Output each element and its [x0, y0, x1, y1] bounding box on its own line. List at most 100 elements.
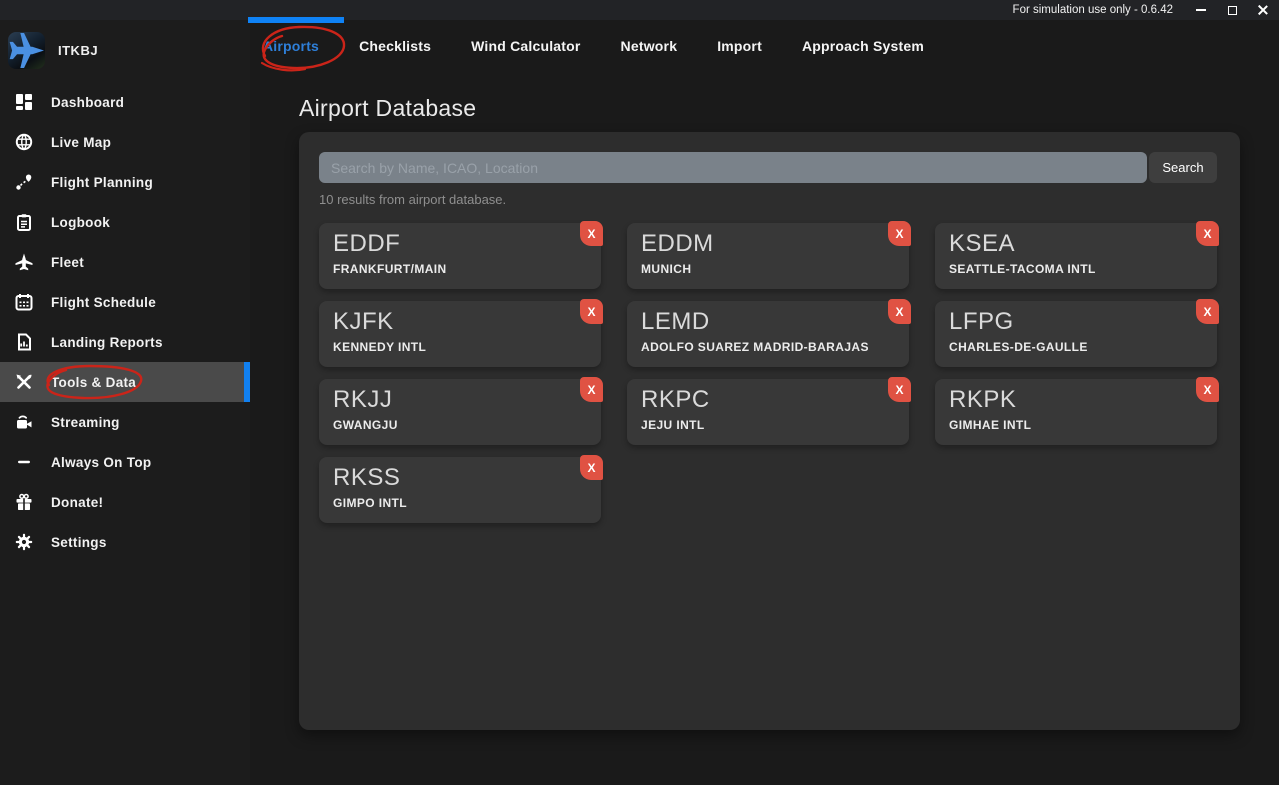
airport-name: GIMHAE INTL — [949, 417, 1032, 432]
remove-airport-button[interactable]: X — [580, 455, 603, 480]
results-count: 10 results from airport database. — [319, 192, 507, 207]
airport-name: FRANKFURT/MAIN — [333, 261, 447, 276]
tools-icon — [15, 373, 33, 391]
airport-database-panel: Search 10 results from airport database.… — [299, 132, 1240, 730]
sidebar-item-label: Always On Top — [51, 454, 152, 470]
app-logo — [8, 32, 45, 69]
remove-airport-button[interactable]: X — [580, 377, 603, 402]
globe-icon — [15, 133, 33, 151]
camera-icon — [15, 413, 33, 431]
tab-network[interactable]: Network — [621, 38, 678, 54]
sidebar-item-label: Settings — [51, 534, 107, 550]
remove-airport-button[interactable]: X — [580, 221, 603, 246]
sidebar-item-dashboard[interactable]: Dashboard — [0, 82, 250, 122]
search-row: Search — [319, 152, 1220, 183]
sidebar-item-settings[interactable]: Settings — [0, 522, 250, 562]
airport-name: CHARLES-DE-GAULLE — [949, 339, 1088, 354]
route-icon — [15, 173, 33, 191]
airplane-logo-icon — [9, 33, 44, 68]
remove-airport-button[interactable]: X — [888, 221, 911, 246]
search-input[interactable] — [319, 152, 1147, 183]
airport-name: JEJU INTL — [641, 417, 705, 432]
airport-icao: EDDM — [641, 230, 714, 257]
minimize-icon — [1196, 9, 1206, 11]
sidebar-item-live-map[interactable]: Live Map — [0, 122, 250, 162]
airport-name: SEATTLE-TACOMA INTL — [949, 261, 1096, 276]
active-tab-indicator — [248, 17, 344, 23]
clipboard-icon — [15, 213, 33, 231]
airplane-icon — [15, 253, 33, 271]
airport-card-rkss: RKSS GIMPO INTL X — [319, 455, 603, 523]
sidebar-item-always-on-top[interactable]: Always On Top — [0, 442, 250, 482]
minimize-button[interactable] — [1194, 3, 1208, 17]
maximize-button[interactable] — [1225, 3, 1239, 17]
tab-airports[interactable]: Airports — [263, 38, 319, 54]
report-icon — [15, 333, 33, 351]
sidebar-item-fleet[interactable]: Fleet — [0, 242, 250, 282]
app-name: ITKBJ — [58, 43, 99, 58]
sidebar-item-label: Donate! — [51, 494, 104, 510]
tab-checklists[interactable]: Checklists — [359, 38, 431, 54]
titlebar-text: For simulation use only - 0.6.42 — [1012, 4, 1173, 16]
sidebar-item-donate[interactable]: Donate! — [0, 482, 250, 522]
sidebar-item-tools-data[interactable]: Tools & Data — [0, 362, 250, 402]
sidebar-nav: Dashboard Live Map Flight Planning Logbook F… — [0, 82, 250, 562]
close-icon — [1258, 5, 1268, 15]
sidebar: ITKBJ Dashboard Live Map Flight Planning Lo… — [0, 20, 250, 785]
airport-card-eddf: EDDF FRANKFURT/MAIN X — [319, 221, 603, 289]
airport-icao: RKPC — [641, 386, 710, 413]
sidebar-item-landing-reports[interactable]: Landing Reports — [0, 322, 250, 362]
search-button[interactable]: Search — [1149, 152, 1217, 183]
remove-airport-button[interactable]: X — [888, 299, 911, 324]
sidebar-item-label: Flight Planning — [51, 174, 153, 190]
airport-name: ADOLFO SUAREZ MADRID-BARAJAS — [641, 339, 869, 354]
airport-icao: KSEA — [949, 230, 1016, 257]
airport-name: MUNICH — [641, 261, 692, 276]
sidebar-item-label: Tools & Data — [51, 374, 137, 390]
airport-icao: RKJJ — [333, 386, 393, 413]
airport-icao: KJFK — [333, 308, 394, 335]
airport-card-eddm: EDDM MUNICH X — [627, 221, 911, 289]
tabbar: Airports Checklists Wind Calculator Network… — [250, 20, 1279, 72]
airport-card-ksea: KSEA SEATTLE-TACOMA INTL X — [935, 221, 1219, 289]
remove-airport-button[interactable]: X — [1196, 299, 1219, 324]
calendar-icon — [15, 293, 33, 311]
sidebar-item-streaming[interactable]: Streaming — [0, 402, 250, 442]
airport-icao: EDDF — [333, 230, 401, 257]
sidebar-item-label: Streaming — [51, 414, 120, 430]
maximize-icon — [1227, 5, 1237, 15]
sidebar-item-label: Flight Schedule — [51, 294, 157, 310]
airport-card-rkjj: RKJJ GWANGJU X — [319, 377, 603, 445]
main-area: Airports Checklists Wind Calculator Network… — [250, 20, 1279, 785]
airport-card-rkpk: RKPK GIMHAE INTL X — [935, 377, 1219, 445]
airport-icao: RKSS — [333, 464, 401, 491]
airport-name: GIMPO INTL — [333, 495, 407, 510]
airport-icao: LFPG — [949, 308, 1014, 335]
app-brand: ITKBJ — [0, 20, 250, 82]
airport-card-rkpc: RKPC JEJU INTL X — [627, 377, 911, 445]
sidebar-item-label: Live Map — [51, 134, 112, 150]
remove-airport-button[interactable]: X — [580, 299, 603, 324]
airport-cards-grid: EDDF FRANKFURT/MAIN X EDDM MUNICH X KSEA SEATTL… — [319, 221, 1220, 523]
airport-card-lfpg: LFPG CHARLES-DE-GAULLE X — [935, 299, 1219, 367]
remove-airport-button[interactable]: X — [1196, 221, 1219, 246]
gear-icon — [15, 533, 33, 551]
tab-import[interactable]: Import — [717, 38, 762, 54]
airport-icao: LEMD — [641, 308, 710, 335]
remove-airport-button[interactable]: X — [888, 377, 911, 402]
sidebar-item-label: Dashboard — [51, 94, 125, 110]
sidebar-item-flight-schedule[interactable]: Flight Schedule — [0, 282, 250, 322]
sidebar-item-flight-planning[interactable]: Flight Planning — [0, 162, 250, 202]
airport-card-lemd: LEMD ADOLFO SUAREZ MADRID-BARAJAS X — [627, 299, 911, 367]
tab-wind-calculator[interactable]: Wind Calculator — [471, 38, 580, 54]
gift-icon — [15, 493, 33, 511]
airport-icao: RKPK — [949, 386, 1017, 413]
tab-approach-system[interactable]: Approach System — [802, 38, 924, 54]
dashboard-icon — [15, 93, 33, 111]
sidebar-item-logbook[interactable]: Logbook — [0, 202, 250, 242]
close-button[interactable] — [1256, 3, 1270, 17]
airport-card-kjfk: KJFK KENNEDY INTL X — [319, 299, 603, 367]
remove-airport-button[interactable]: X — [1196, 377, 1219, 402]
airport-name: KENNEDY INTL — [333, 339, 427, 354]
sidebar-item-label: Fleet — [51, 254, 85, 270]
